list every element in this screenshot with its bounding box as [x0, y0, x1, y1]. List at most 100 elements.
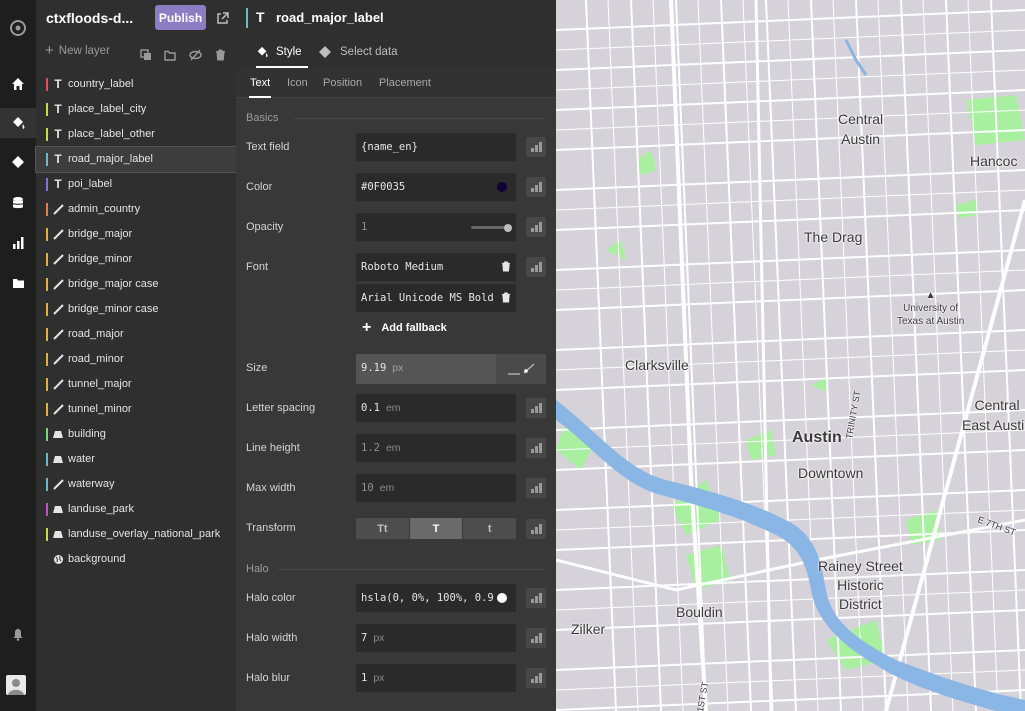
new-layer-button[interactable]: + New layer: [45, 43, 110, 58]
layer-item[interactable]: background: [36, 547, 236, 572]
halo-width-unit: px: [373, 632, 385, 644]
layer-item[interactable]: admin_country: [36, 197, 236, 222]
layer-name: country_label: [68, 78, 134, 90]
layer-item[interactable]: bridge_minor case: [36, 297, 236, 322]
tab-select-data[interactable]: Select data: [318, 36, 398, 68]
data-driven-button[interactable]: [526, 628, 546, 648]
data-driven-button[interactable]: [526, 478, 546, 498]
layer-item[interactable]: landuse_overlay_national_park: [36, 522, 236, 547]
transform-lowercase-option[interactable]: t: [463, 518, 516, 539]
layer-name: admin_country: [68, 203, 141, 215]
layer-item[interactable]: water: [36, 447, 236, 472]
data-driven-button[interactable]: [526, 398, 546, 418]
new-layer-label: New layer: [58, 45, 110, 57]
subtab-text[interactable]: Text: [248, 77, 272, 98]
publish-button[interactable]: Publish: [155, 5, 206, 30]
notifications-icon[interactable]: [0, 619, 36, 649]
zoom-curve-icon[interactable]: [496, 354, 546, 384]
section-basics: Basics: [246, 112, 544, 124]
halo-color-value: hsla(0, 0%, 100%, 0.9: [361, 592, 494, 604]
layer-item[interactable]: waterway: [36, 472, 236, 497]
datasets-icon[interactable]: [0, 188, 36, 218]
subtab-placement[interactable]: Placement: [379, 77, 431, 89]
layer-item[interactable]: Tcountry_label: [36, 72, 236, 97]
halo-blur-input[interactable]: 1 px: [356, 664, 516, 692]
delete-layer-icon[interactable]: [215, 46, 226, 65]
transform-none-option[interactable]: Tt: [356, 518, 410, 539]
data-driven-button[interactable]: [526, 177, 546, 197]
layer-name: bridge_minor: [68, 253, 133, 265]
halo-width-input[interactable]: 7 px: [356, 624, 516, 652]
layer-color-bar: [46, 403, 48, 416]
road-network: [556, 0, 1025, 711]
layer-item[interactable]: Tpoi_label: [36, 172, 236, 197]
layer-item[interactable]: Troad_major_label: [35, 146, 237, 173]
layer-title[interactable]: road_major_label: [276, 10, 384, 25]
hide-layer-icon[interactable]: [189, 46, 202, 65]
folder-icon[interactable]: [0, 268, 36, 298]
font-primary-input[interactable]: Roboto Medium: [356, 253, 516, 281]
data-driven-button[interactable]: [526, 668, 546, 688]
layer-color-bar: [46, 378, 48, 391]
layer-item[interactable]: bridge_major case: [36, 272, 236, 297]
line-layer-icon: [52, 377, 64, 391]
letter-spacing-input[interactable]: 0.1 em: [356, 394, 516, 422]
layer-item[interactable]: bridge_minor: [36, 247, 236, 272]
halo-color-swatch[interactable]: [497, 593, 507, 603]
size-label: Size: [246, 362, 268, 374]
layer-item[interactable]: tunnel_major: [36, 372, 236, 397]
layer-item[interactable]: building: [36, 422, 236, 447]
data-driven-button[interactable]: [526, 519, 546, 539]
color-value: #0F0035: [361, 181, 406, 193]
add-fallback-button[interactable]: + Add fallback: [362, 320, 447, 336]
font-fallback-input[interactable]: Arial Unicode MS Bold: [356, 284, 516, 312]
layer-item[interactable]: tunnel_minor: [36, 397, 236, 422]
color-swatch[interactable]: [497, 182, 507, 192]
layer-color-bar: [46, 528, 48, 541]
color-input[interactable]: #0F0035: [356, 173, 516, 201]
subtab-position[interactable]: Position: [323, 77, 362, 89]
layer-name: road_major_label: [68, 153, 153, 165]
layer-item[interactable]: road_minor: [36, 347, 236, 372]
data-driven-button[interactable]: [526, 588, 546, 608]
user-avatar[interactable]: [6, 675, 26, 695]
layer-item[interactable]: bridge_major: [36, 222, 236, 247]
layer-item[interactable]: Tplace_label_city: [36, 97, 236, 122]
layer-item[interactable]: Tplace_label_other: [36, 122, 236, 147]
home-icon[interactable]: [0, 69, 36, 99]
size-input[interactable]: 9.19 px: [356, 354, 546, 384]
subtab-icon[interactable]: Icon: [287, 77, 308, 89]
data-driven-button[interactable]: [526, 137, 546, 157]
statistics-icon[interactable]: [0, 227, 36, 257]
external-link-icon[interactable]: [216, 10, 229, 29]
map-canvas[interactable]: Central Austin Hancoc The Drag ▲ Universi…: [556, 0, 1025, 711]
letter-spacing-value: 0.1: [361, 402, 380, 414]
paint-style-icon[interactable]: [0, 108, 36, 138]
style-name[interactable]: ctxfloods-d...: [46, 10, 156, 26]
section-halo-label: Halo: [246, 563, 269, 575]
components-icon[interactable]: [0, 147, 36, 177]
tab-style[interactable]: Style: [256, 36, 308, 68]
group-folder-icon[interactable]: [164, 46, 176, 65]
line-height-input[interactable]: 1.2 em: [356, 434, 516, 462]
max-width-input[interactable]: 10 em: [356, 474, 516, 502]
layer-item[interactable]: landuse_park: [36, 497, 236, 522]
layer-color-bar: [46, 228, 48, 241]
duplicate-layer-icon[interactable]: [140, 46, 152, 65]
halo-color-input[interactable]: hsla(0, 0%, 100%, 0.9: [356, 584, 516, 612]
trash-icon[interactable]: [501, 261, 511, 275]
data-driven-button[interactable]: [526, 438, 546, 458]
opacity-slider[interactable]: [471, 223, 512, 232]
data-driven-button[interactable]: [526, 257, 546, 277]
trash-icon[interactable]: [501, 292, 511, 306]
opacity-slider-knob[interactable]: [504, 223, 512, 232]
opacity-input[interactable]: 1: [356, 213, 516, 241]
layer-name: road_minor: [68, 353, 124, 365]
layer-color-accent: [246, 8, 248, 28]
data-driven-button[interactable]: [526, 217, 546, 237]
layer-item[interactable]: road_major: [36, 322, 236, 347]
transform-uppercase-option[interactable]: T: [409, 518, 464, 539]
line-layer-icon: [52, 402, 64, 416]
text-field-input[interactable]: {name_en}: [356, 133, 516, 161]
studio-logo-icon[interactable]: [0, 13, 36, 43]
